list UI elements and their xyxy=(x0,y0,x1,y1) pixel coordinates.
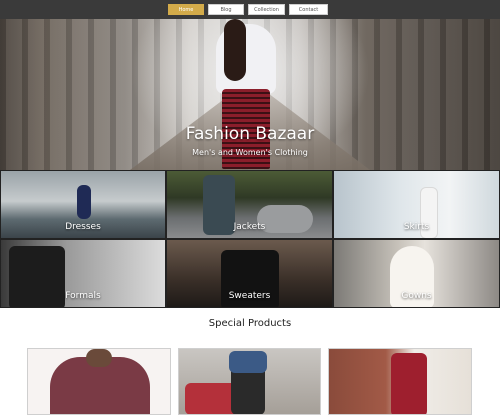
category-formals[interactable]: Formals xyxy=(0,239,166,308)
nav-collection[interactable]: Collection xyxy=(248,4,285,15)
category-skirts[interactable]: Skirts xyxy=(333,170,500,239)
product-card-1[interactable] xyxy=(27,348,171,415)
category-label-dresses: Dresses xyxy=(65,222,101,232)
nav-contact[interactable]: Contact xyxy=(289,4,328,15)
product-3-model xyxy=(391,353,427,414)
product-1-hair xyxy=(86,349,112,367)
category-dresses[interactable]: Dresses xyxy=(0,170,166,239)
product-2-top xyxy=(229,351,267,373)
product-card-2[interactable] xyxy=(178,348,321,415)
product-2-chair xyxy=(185,383,237,414)
main-nav: Home Blog Collection Contact xyxy=(168,4,328,15)
category-gowns[interactable]: Gowns xyxy=(333,239,500,308)
top-navbar: Home Blog Collection Contact xyxy=(0,0,500,19)
special-products-heading: Special Products xyxy=(208,318,292,329)
hero-banner: Fashion Bazaar Men's and Women's Clothin… xyxy=(0,19,500,170)
hero-title: Fashion Bazaar xyxy=(185,124,315,144)
category-grid: Dresses Jackets Skirts Formals Sweaters … xyxy=(0,170,500,308)
category-label-skirts: Skirts xyxy=(403,222,430,232)
hero-subtitle: Men's and Women's Clothing xyxy=(192,148,308,157)
category-label-gowns: Gowns xyxy=(401,291,432,301)
category-label-sweaters: Sweaters xyxy=(228,291,271,301)
category-label-formals: Formals xyxy=(65,291,101,301)
hero-model-hair xyxy=(224,19,246,81)
category-jackets[interactable]: Jackets xyxy=(166,170,333,239)
category-label-jackets: Jackets xyxy=(233,222,266,232)
category-sweaters[interactable]: Sweaters xyxy=(166,239,333,308)
nav-home[interactable]: Home xyxy=(168,4,204,15)
nav-blog[interactable]: Blog xyxy=(208,4,244,15)
dresses-model xyxy=(77,185,91,219)
product-card-3[interactable] xyxy=(328,348,472,415)
